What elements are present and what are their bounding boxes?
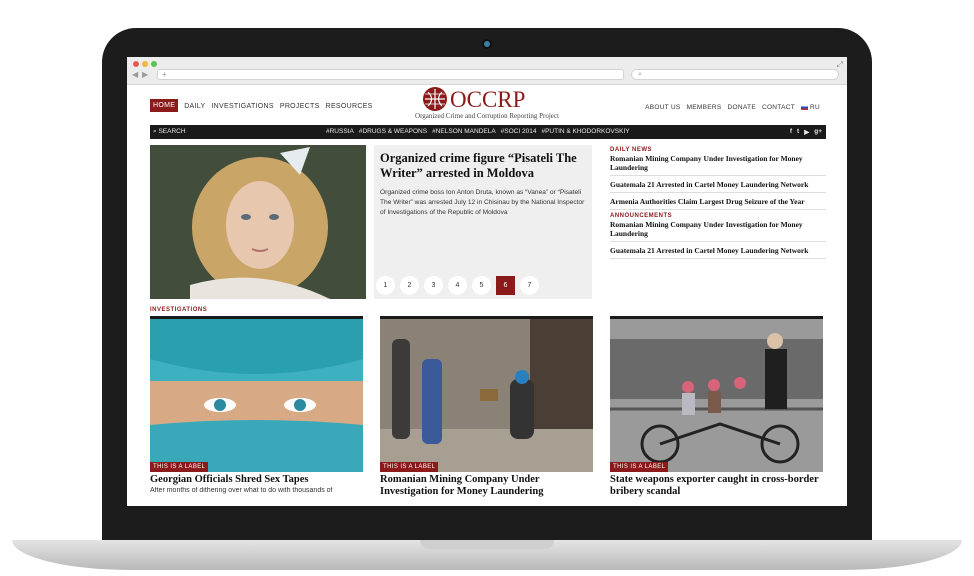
site-logo[interactable]: OCCRP Organized Crime and Corruption Rep…: [397, 85, 577, 123]
browser-search-field[interactable]: ⌕: [631, 69, 839, 80]
nav-item-about-us[interactable]: ABOUT US: [645, 104, 681, 111]
browser-toolbar: ◀ ▶ + ⌕ ⤢: [127, 57, 847, 85]
secondary-nav: ABOUT US MEMBERS DONATE CONTACT RU: [645, 104, 820, 111]
card-label-badge[interactable]: THIS IS A LABEL: [380, 462, 439, 472]
page-button-7[interactable]: 7: [520, 276, 539, 295]
minimize-window-button[interactable]: [142, 61, 148, 67]
search-icon: ⌕: [638, 71, 642, 78]
youtube-icon[interactable]: ▶: [804, 128, 809, 136]
news-sidebar: DAILY NEWS Romanian Mining Company Under…: [610, 145, 826, 262]
tag-link[interactable]: #RUSSIA: [326, 128, 354, 135]
maximize-window-button[interactable]: [151, 61, 157, 67]
tag-link[interactable]: #DRUGS & WEAPONS: [359, 128, 427, 135]
camera-icon: [484, 41, 490, 47]
nav-item-label: MEMBERS: [686, 104, 722, 111]
card-image[interactable]: THIS IS A LABEL: [610, 319, 823, 472]
tag-bar: ⌕ SEARCH #RUSSIA #DRUGS & WEAPONS #NELSON …: [150, 125, 826, 139]
nav-item-label: DONATE: [727, 104, 756, 111]
new-tab-icon[interactable]: +: [162, 70, 167, 79]
hero-summary: Organized crime boss Ion Anton Druta, kn…: [380, 189, 585, 216]
back-arrow-icon[interactable]: ◀: [132, 70, 138, 79]
card-label-badge[interactable]: THIS IS A LABEL: [150, 462, 209, 472]
hero-story: Organized crime figure “Pisateli The Wri…: [374, 145, 592, 299]
fullscreen-icon[interactable]: ⤢: [837, 60, 843, 70]
nav-item-contact[interactable]: CONTACT: [762, 104, 795, 111]
card-image[interactable]: THIS IS A LABEL: [380, 319, 593, 472]
card-title[interactable]: Georgian Officials Shred Sex Tapes: [150, 474, 363, 486]
nav-item-ru[interactable]: RU: [801, 104, 820, 111]
search-icon: ⌕: [153, 128, 157, 135]
card-image[interactable]: THIS IS A LABEL: [150, 319, 363, 472]
investigations-label: INVESTIGATIONS: [150, 307, 208, 313]
russia-flag-icon: [801, 104, 808, 110]
hero-pagination: 1234567: [374, 276, 592, 295]
browser-window: ◀ ▶ + ⌕ ⤢ HOME DAILY INVESTIGATIONS PROJECT…: [127, 57, 847, 506]
laptop-notch: [420, 540, 554, 549]
googleplus-icon[interactable]: g+: [814, 128, 822, 136]
main-nav: HOME DAILY INVESTIGATIONS PROJECTS RESOURCES: [150, 99, 373, 112]
twitter-icon[interactable]: t: [797, 128, 799, 136]
trending-tags: #RUSSIA #DRUGS & WEAPONS #NELSON MANDELA #S…: [326, 128, 630, 135]
laptop-mockup: ◀ ▶ + ⌕ ⤢ HOME DAILY INVESTIGATIONS PROJECT…: [0, 0, 974, 576]
announcements-list: Romanian Mining Company Under Investigat…: [610, 219, 826, 259]
investigation-card[interactable]: THIS IS A LABEL Romanian Mining Company …: [380, 316, 593, 498]
nav-item-label: CONTACT: [761, 104, 795, 111]
page-button-3[interactable]: 3: [424, 276, 443, 295]
card-title[interactable]: Romanian Mining Company Under Investigat…: [380, 474, 593, 498]
nav-item-home[interactable]: HOME: [150, 99, 179, 112]
card-label-badge[interactable]: THIS IS A LABEL: [610, 462, 669, 472]
investigation-card[interactable]: THIS IS A LABEL State weapons exporter c…: [610, 316, 823, 498]
social-links: f t ▶ g+: [790, 128, 822, 136]
logo-wordmark: OCCRP: [450, 87, 526, 112]
nav-item-projects[interactable]: PROJECTS: [280, 101, 320, 112]
nav-item-label: ABOUT US: [645, 104, 681, 111]
tag-link[interactable]: #NELSON MANDELA: [432, 128, 496, 135]
daily-news-item[interactable]: Romanian Mining Company Under Investigat…: [610, 153, 826, 176]
site-search-button[interactable]: ⌕ SEARCH: [153, 128, 186, 136]
daily-news-item[interactable]: Armenia Authorities Claim Largest Drug S…: [610, 196, 826, 210]
forward-arrow-icon[interactable]: ▶: [142, 70, 148, 79]
tag-link[interactable]: #PUTIN & KHODORKOVSKIY: [541, 128, 629, 135]
site-header: HOME DAILY INVESTIGATIONS PROJECTS RESOURCES…: [127, 85, 847, 125]
nav-item-resources[interactable]: RESOURCES: [326, 101, 373, 112]
card-summary: After months of dithering over what to d…: [150, 487, 333, 494]
logo-subtitle: Organized Crime and Corruption Reporting…: [415, 112, 559, 120]
page-button-1[interactable]: 1: [376, 276, 395, 295]
page-button-2[interactable]: 2: [400, 276, 419, 295]
nav-item-donate[interactable]: DONATE: [728, 104, 756, 111]
globe-logo-icon: [423, 87, 447, 111]
daily-news-list: Romanian Mining Company Under Investigat…: [610, 153, 826, 210]
page-button-6[interactable]: 6: [496, 276, 515, 295]
nav-item-daily[interactable]: DAILY: [184, 101, 205, 112]
announcement-item[interactable]: Guatemala 21 Arrested in Cartel Money La…: [610, 245, 826, 259]
page-button-4[interactable]: 4: [448, 276, 467, 295]
close-window-button[interactable]: [133, 61, 139, 67]
tag-link[interactable]: #SOCI 2014: [501, 128, 537, 135]
address-bar[interactable]: +: [157, 69, 624, 80]
facebook-icon[interactable]: f: [790, 128, 792, 136]
page-button-5[interactable]: 5: [472, 276, 491, 295]
hero-image[interactable]: [150, 145, 366, 299]
nav-item-members[interactable]: MEMBERS: [687, 104, 722, 111]
announcement-item[interactable]: Romanian Mining Company Under Investigat…: [610, 219, 826, 242]
card-title[interactable]: State weapons exporter caught in cross-b…: [610, 474, 823, 498]
daily-news-item[interactable]: Guatemala 21 Arrested in Cartel Money La…: [610, 179, 826, 193]
nav-item-investigations[interactable]: INVESTIGATIONS: [211, 101, 273, 112]
hero-title[interactable]: Organized crime figure “Pisateli The Wri…: [380, 151, 590, 181]
investigation-card[interactable]: THIS IS A LABEL Georgian Officials Shred…: [150, 316, 363, 494]
nav-item-label: RU: [810, 104, 820, 111]
search-label: SEARCH: [158, 128, 186, 135]
